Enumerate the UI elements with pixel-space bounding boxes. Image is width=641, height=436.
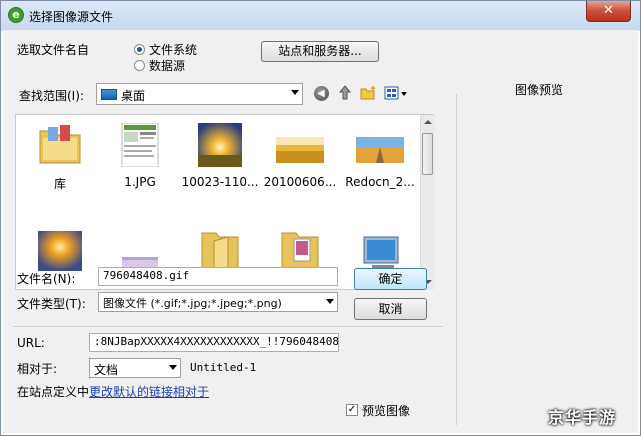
radio-filesystem[interactable] bbox=[134, 44, 145, 55]
watermark: 京华手游 bbox=[548, 408, 617, 427]
relative-label: 相对于: bbox=[17, 362, 58, 376]
ok-button[interactable]: 确定 bbox=[354, 268, 427, 290]
scrollbar-thumb[interactable] bbox=[422, 133, 433, 175]
section-divider bbox=[13, 326, 443, 327]
chevron-down-icon bbox=[326, 299, 334, 304]
back-icon[interactable]: ◀ bbox=[314, 86, 329, 101]
desktop-icon bbox=[101, 89, 117, 100]
preview-checkbox[interactable]: ✓ bbox=[346, 404, 358, 416]
radio-datasource-label[interactable]: 数据源 bbox=[149, 57, 185, 74]
lookin-label: 查找范围(I): bbox=[19, 89, 84, 103]
preview-divider bbox=[456, 94, 457, 425]
view-menu-icon[interactable] bbox=[384, 86, 408, 101]
lookin-dropdown[interactable]: 桌面 bbox=[96, 83, 303, 105]
file-label: 库 bbox=[53, 177, 66, 191]
document-name: Untitled-1 bbox=[190, 361, 257, 374]
close-button[interactable]: ✕ bbox=[586, 1, 631, 22]
change-default-link[interactable]: 更改默认的链接相对于 bbox=[89, 385, 209, 399]
dialog-body: 选取文件名自 文件系统 数据源 站点和服务器... 查找范围(I): 桌面 ◀ … bbox=[3, 30, 638, 433]
new-folder-icon[interactable] bbox=[360, 85, 377, 101]
sunrise-thumb bbox=[194, 123, 246, 167]
dialog-window: e 选择图像源文件 ✕ 选取文件名自 文件系统 数据源 站点和服务器... 查找… bbox=[0, 0, 641, 436]
title-bar[interactable]: e 选择图像源文件 ✕ bbox=[1, 1, 640, 29]
app-icon: e bbox=[8, 7, 24, 23]
filetype-value: 图像文件 (*.gif;*.jpg;*.jpeg;*.png) bbox=[103, 297, 282, 310]
radio-datasource[interactable] bbox=[134, 60, 145, 71]
radio-filesystem-label[interactable]: 文件系统 bbox=[149, 41, 197, 58]
filename-label: 文件名(N): bbox=[17, 272, 76, 286]
relative-value: 文档 bbox=[94, 363, 119, 377]
preview-label: 图像预览 bbox=[515, 83, 564, 97]
sitedef-prefix: 在站点定义中 bbox=[17, 385, 90, 399]
url-input[interactable]: :8NJBapXXXXX4XXXXXXXXXXXX_!!796048408.gi… bbox=[89, 333, 339, 352]
sunset-thumb bbox=[34, 227, 86, 271]
file-list-scrollbar[interactable] bbox=[420, 115, 435, 290]
preview-checkbox-label[interactable]: 预览图像 bbox=[362, 402, 410, 419]
filetype-dropdown[interactable]: 图像文件 (*.gif;*.jpg;*.jpeg;*.png) bbox=[98, 292, 338, 312]
file-label: 20100606... bbox=[263, 175, 337, 189]
url-label: URL: bbox=[17, 336, 45, 350]
computer-icon bbox=[354, 227, 406, 271]
up-folder-icon[interactable] bbox=[337, 84, 353, 102]
scroll-up-arrow-icon[interactable] bbox=[421, 115, 435, 129]
photo-folder-icon bbox=[274, 227, 326, 272]
folder-icon bbox=[194, 227, 246, 272]
file-label: 10023-110... bbox=[181, 175, 259, 189]
window-title: 选择图像源文件 bbox=[29, 10, 114, 24]
chevron-down-icon bbox=[291, 90, 299, 95]
source-label: 选取文件名自 bbox=[17, 43, 90, 57]
lookin-value: 桌面 bbox=[121, 89, 146, 103]
chevron-down-icon bbox=[169, 365, 177, 370]
filetype-label: 文件类型(T): bbox=[17, 297, 86, 311]
file-list[interactable]: 库 1.JPG 10023-110... 20100606... Redocn_… bbox=[15, 114, 434, 290]
screenshot-thumb bbox=[114, 122, 166, 168]
file-label: Redocn_2... bbox=[345, 175, 415, 189]
image-thumb bbox=[114, 227, 166, 271]
filename-input[interactable]: 796048408.gif bbox=[98, 267, 338, 286]
sitedef-text: 在站点定义中更改默认的链接相对于 bbox=[17, 383, 209, 400]
wheat-field-thumb bbox=[274, 123, 326, 167]
cancel-button[interactable]: 取消 bbox=[354, 298, 427, 320]
file-label: 1.JPG bbox=[124, 175, 156, 189]
road-landscape-thumb bbox=[354, 123, 406, 167]
sites-servers-button[interactable]: 站点和服务器... bbox=[261, 41, 379, 62]
relative-dropdown[interactable]: 文档 bbox=[89, 358, 181, 378]
library-folder-icon bbox=[34, 123, 86, 167]
